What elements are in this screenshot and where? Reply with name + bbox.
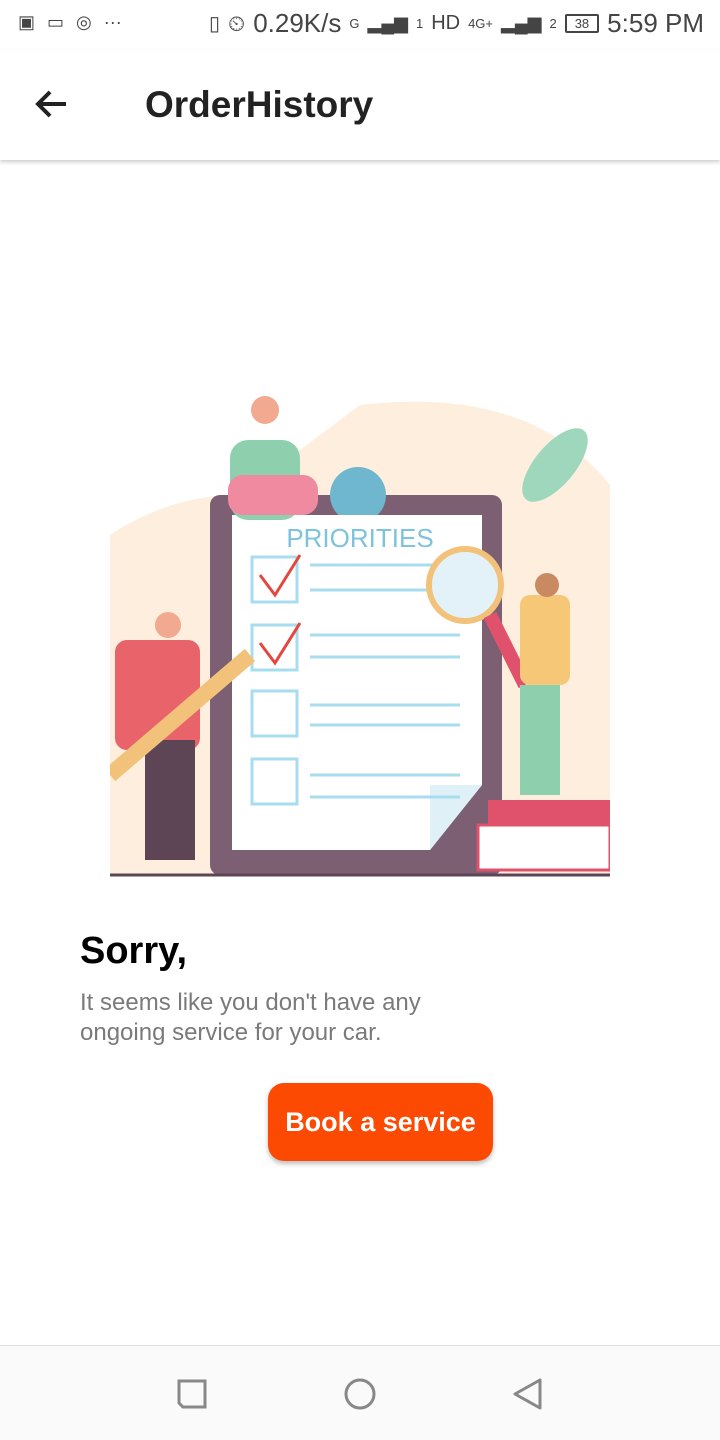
sim1-label: G — [349, 16, 360, 31]
empty-state-message: It seems like you don't have any ongoing… — [80, 989, 421, 1046]
back-arrow-icon[interactable] — [30, 82, 74, 126]
book-service-button[interactable]: Book a service — [268, 1083, 493, 1161]
system-nav-bar — [0, 1345, 720, 1440]
page-title: OrderHistory — [145, 84, 374, 125]
hotspot-icon: ◎ — [76, 12, 92, 32]
sim2-slot: 2 — [549, 16, 557, 31]
app-bar: OrderHistory — [0, 50, 720, 160]
back-nav-icon[interactable] — [510, 1376, 546, 1412]
status-bar: ▣ ▭ ◎ ··· ▯ ⏲ 0.29K/s G ▂▄▆ 1 HD 4G+ ▂▄▆… — [0, 0, 720, 50]
clock: 5:59 PM — [607, 8, 704, 38]
signal-icon: ▂▄▆ — [501, 13, 542, 33]
hd-label: HD — [431, 12, 461, 34]
sim1-slot: 1 — [415, 16, 424, 31]
clipboard-title: PRIORITIES — [286, 523, 433, 553]
recents-icon[interactable] — [174, 1376, 210, 1412]
signal-icon: ▂▄▆ — [367, 13, 408, 33]
more-icon: ··· — [103, 12, 122, 32]
gallery-icon: ▣ — [18, 12, 36, 32]
network-type: 4G+ — [468, 16, 494, 31]
priorities-illustration: PRIORITIES — [110, 396, 610, 877]
video-icon: ▭ — [47, 12, 65, 32]
net-speed: 0.29K/s — [253, 8, 342, 38]
empty-state-heading: Sorry, — [80, 930, 188, 972]
home-icon[interactable] — [342, 1376, 378, 1412]
alarm-icon: ⏲ — [228, 10, 246, 36]
battery-icon: 38 — [564, 14, 600, 33]
vibrate-icon: ▯ — [209, 13, 221, 35]
